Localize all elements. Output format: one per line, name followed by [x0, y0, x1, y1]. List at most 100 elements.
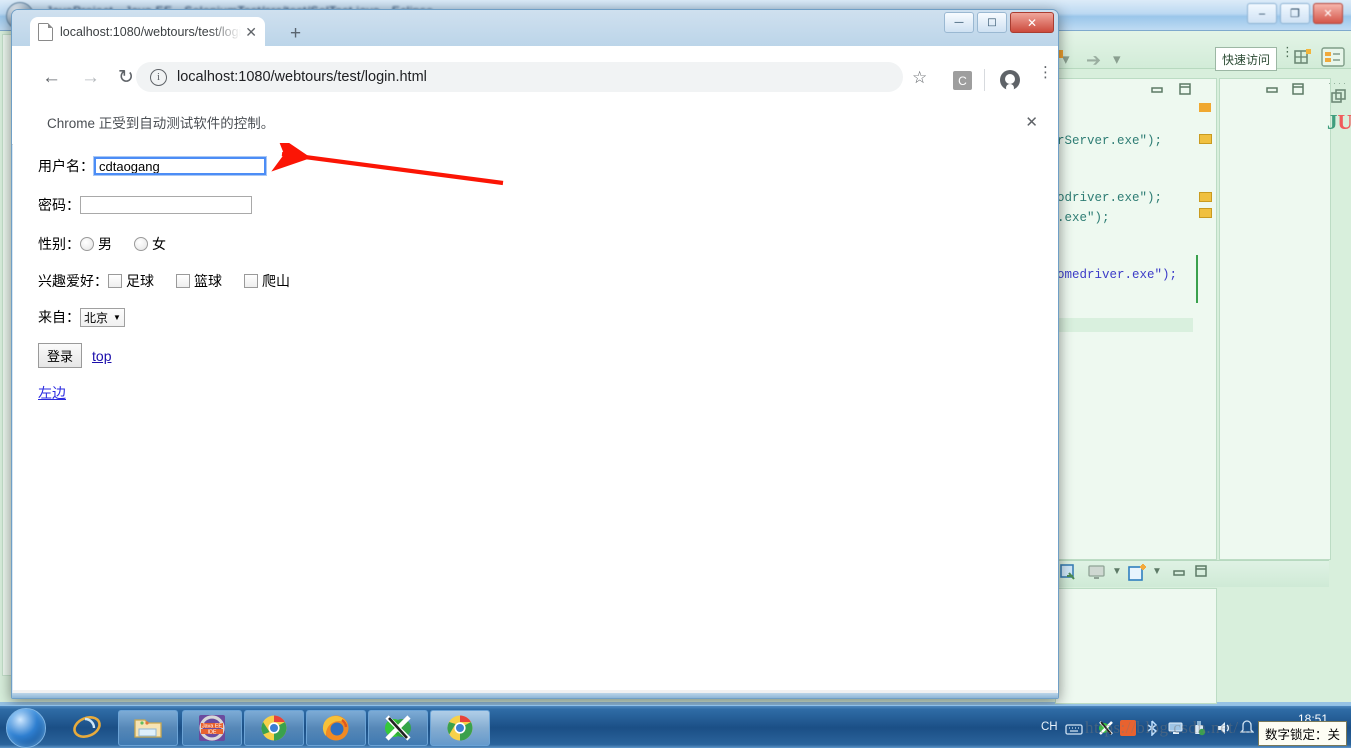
console-output-area	[1055, 588, 1217, 704]
console-maximize-icon[interactable]	[1194, 564, 1208, 583]
chevron-down-icon: ▼	[113, 312, 121, 322]
browser-tab[interactable]: localhost:1080/webtours/test/login.html …	[30, 17, 265, 46]
chrome-menu-icon[interactable]: ⋮	[1038, 66, 1053, 80]
chrome-window: localhost:1080/webtours/test/login.html …	[11, 9, 1059, 699]
new-tab-button[interactable]: +	[290, 24, 301, 43]
gender-option-female-label: 女	[152, 236, 166, 252]
fast-view-handle[interactable]: ····	[1328, 78, 1348, 88]
code-line-3: omedriver.exe");	[1057, 268, 1178, 282]
password-row: 密码：	[38, 195, 252, 215]
start-button[interactable]	[6, 708, 46, 748]
editor-warning-marker-2	[1199, 192, 1212, 202]
run-dropdown-icon[interactable]: ▾	[1062, 50, 1070, 68]
firefox-taskbar-button[interactable]	[306, 710, 366, 746]
chrome-minimize-button[interactable]: —	[944, 12, 974, 33]
display-console-icon[interactable]	[1088, 565, 1106, 586]
chrome-window-bottom-edge	[12, 693, 1058, 698]
new-console-dropdown-icon[interactable]: ▼	[1152, 566, 1162, 577]
internet-explorer-icon[interactable]	[72, 712, 102, 742]
taskbar: Java EE IDE CH 18:51 数字锁定：关 https://blog…	[0, 705, 1351, 748]
bookmark-star-icon[interactable]: ☆	[912, 68, 927, 88]
console-minimize-icon[interactable]	[1172, 566, 1186, 584]
chrome-maximize-button[interactable]: □	[977, 12, 1007, 33]
hobby-checkbox-basketball[interactable]	[176, 274, 190, 288]
code-line-0: rServer.exe");	[1057, 134, 1163, 148]
username-label: 用户名：	[38, 158, 94, 174]
code-line-1: odriver.exe");	[1057, 191, 1163, 205]
eclipse-minimize-button[interactable]: –	[1247, 3, 1277, 24]
gender-option-male-label: 男	[98, 236, 112, 252]
from-label: 来自：	[38, 309, 80, 325]
close-infobar-icon[interactable]: ✕	[1025, 113, 1038, 131]
hobby-row: 兴趣爱好： 足球 篮球 爬山	[38, 271, 290, 291]
username-row: 用户名：	[38, 156, 267, 176]
top-link[interactable]: top	[92, 348, 111, 364]
eclipse-close-button[interactable]: ✕	[1313, 3, 1343, 24]
address-bar-url: localhost:1080/webtours/test/login.html	[177, 69, 427, 85]
quick-access-box[interactable]: 快速访问	[1215, 47, 1277, 71]
chrome-window-controls: — □ ✕	[944, 12, 1054, 33]
open-perspective-icon[interactable]	[1292, 46, 1314, 68]
outline-maximize-icon[interactable]	[1291, 82, 1305, 101]
restore-windows-icon[interactable]	[1330, 88, 1348, 111]
username-input[interactable]	[93, 156, 267, 176]
chrome-close-button[interactable]: ✕	[1010, 12, 1054, 33]
editor-ruler-marker	[1199, 103, 1211, 112]
eclipse-maximize-button[interactable]: ❐	[1280, 3, 1310, 24]
gender-row: 性别： 男 女	[38, 234, 166, 254]
automation-infobar: Chrome 正受到自动测试软件的控制。 ✕	[12, 100, 1058, 145]
extension-icon[interactable]: C	[953, 71, 972, 90]
keyboard-icon[interactable]	[1065, 722, 1083, 740]
forward-button: →	[81, 67, 100, 88]
hobby-option-football-label: 足球	[126, 273, 154, 289]
junit-view-icon[interactable]: JU	[1327, 110, 1351, 135]
page-vertical-scrollbar[interactable]	[1045, 144, 1058, 693]
chrome-tab-strip: localhost:1080/webtours/test/login.html …	[12, 10, 1058, 46]
forward-dropdown-icon[interactable]: ▾	[1113, 50, 1121, 68]
background-window-tabs	[332, 22, 892, 42]
left-link[interactable]: 左边	[38, 383, 66, 403]
svg-text:IDE: IDE	[208, 729, 217, 735]
hobby-option-basketball-label: 篮球	[194, 273, 222, 289]
page-viewport: 用户名： 密码： 性别： 男 女 兴趣爱好： 足球 篮球 爬山	[13, 144, 1057, 693]
page-icon	[38, 22, 53, 41]
new-console-icon[interactable]	[1128, 563, 1148, 588]
automation-infobar-message: Chrome 正受到自动测试软件的控制。	[47, 116, 275, 131]
address-bar[interactable]: i localhost:1080/webtours/test/login.htm…	[136, 62, 903, 92]
eclipse-javaee-ide-button[interactable]: Java EE IDE	[182, 710, 242, 746]
code-line-2: .exe");	[1057, 211, 1110, 225]
ime-indicator[interactable]: CH	[1041, 721, 1058, 733]
pin-console-icon[interactable]	[1060, 564, 1078, 587]
hobby-checkbox-climbing[interactable]	[244, 274, 258, 288]
display-console-dropdown-icon[interactable]: ▼	[1112, 566, 1122, 577]
editor-maximize-icon[interactable]	[1178, 82, 1192, 101]
numlock-tooltip: 数字锁定：关	[1257, 721, 1347, 746]
chrome-taskbar-button-2[interactable]	[430, 710, 490, 746]
file-explorer-button[interactable]	[118, 710, 178, 746]
password-input[interactable]	[80, 196, 252, 214]
editor-change-bar	[1196, 255, 1198, 303]
site-info-icon[interactable]: i	[150, 68, 167, 86]
toolbar-divider	[984, 69, 985, 91]
close-tab-icon[interactable]: ✕	[245, 25, 257, 39]
gender-radio-male[interactable]	[80, 237, 94, 251]
gender-radio-female[interactable]	[134, 237, 148, 251]
profile-avatar-icon[interactable]	[1000, 70, 1020, 90]
editor-highlight-line	[1055, 318, 1193, 332]
hobby-label: 兴趣爱好：	[38, 273, 108, 289]
hobby-checkbox-football[interactable]	[108, 274, 122, 288]
chrome-taskbar-button[interactable]	[244, 710, 304, 746]
outline-minimize-icon[interactable]	[1265, 82, 1279, 101]
login-button[interactable]: 登录	[38, 343, 83, 368]
editor-minimize-icon[interactable]	[1150, 82, 1164, 101]
hobby-option-climbing-label: 爬山	[262, 273, 290, 289]
gender-label: 性别：	[38, 236, 80, 252]
xmind-taskbar-button[interactable]	[368, 710, 428, 746]
java-ee-perspective-icon[interactable]	[1320, 46, 1346, 68]
reload-button[interactable]: ↻	[118, 68, 134, 87]
back-button[interactable]: ←	[42, 68, 61, 87]
eclipse-outline-panel	[1219, 78, 1331, 560]
forward-arrow-icon[interactable]: ➔	[1086, 50, 1101, 71]
browser-tab-title: localhost:1080/webtours/test/login.html	[60, 24, 242, 39]
from-select[interactable]: 北京 ▼	[80, 307, 125, 327]
